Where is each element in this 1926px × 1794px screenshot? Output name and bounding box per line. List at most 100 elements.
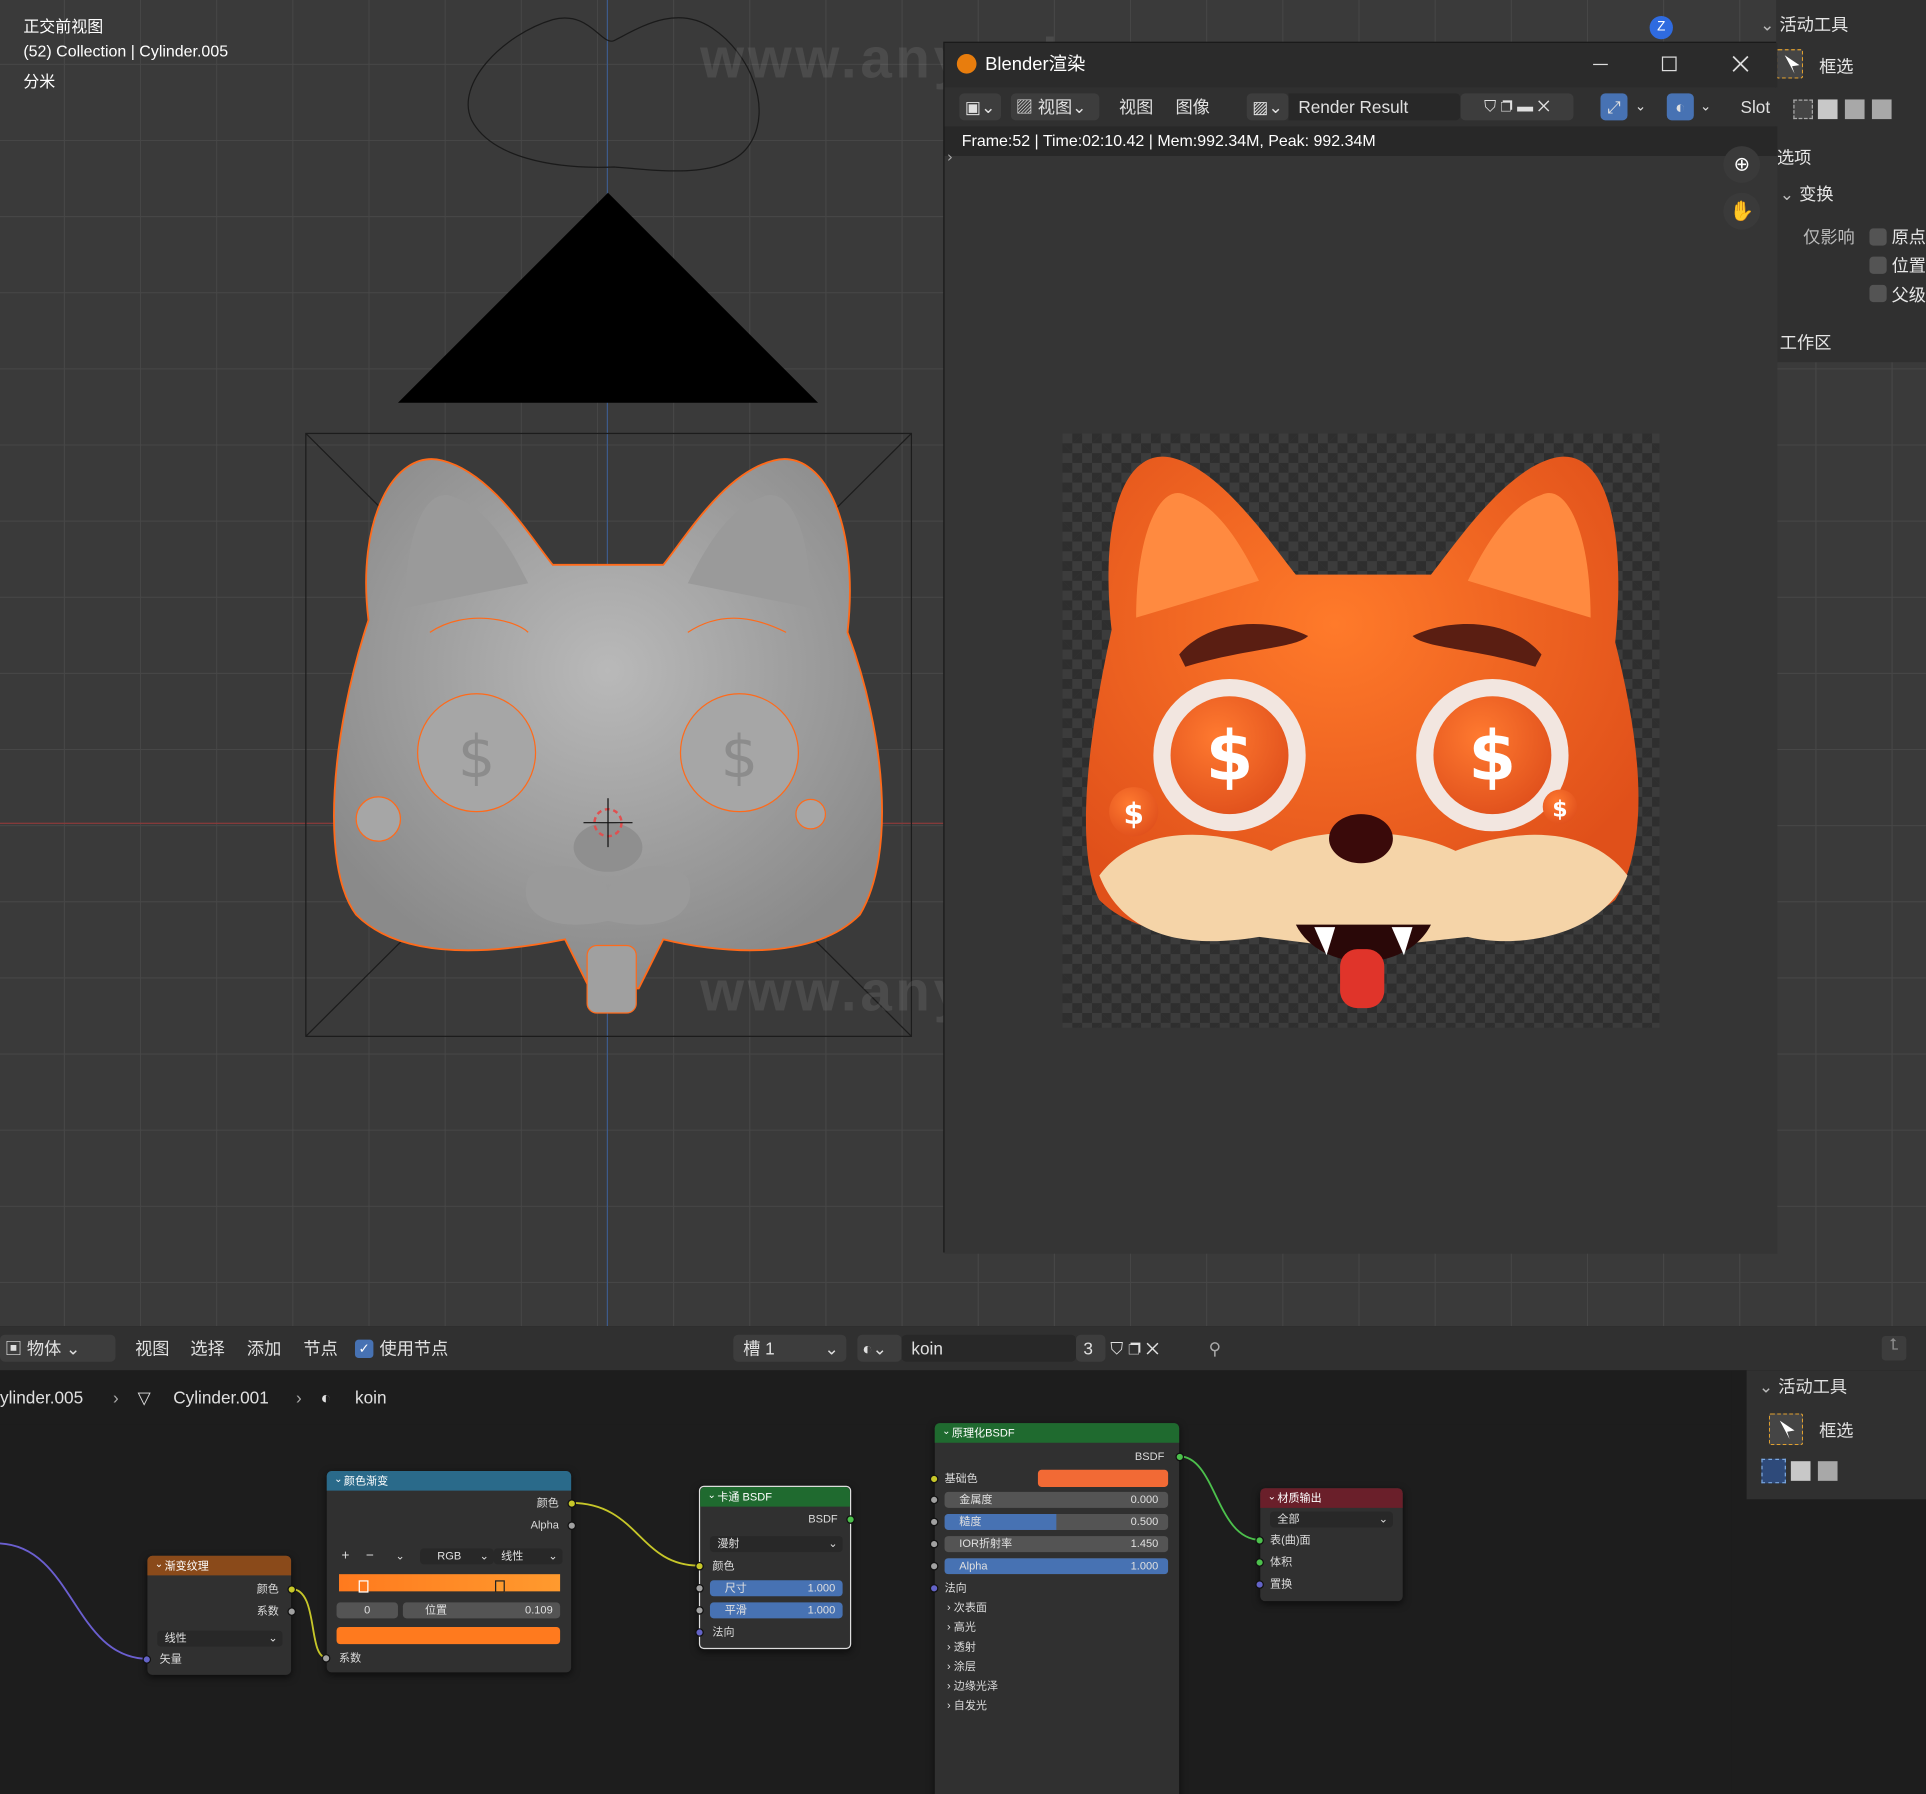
duplicate-icon[interactable]: ❐ xyxy=(1501,97,1513,115)
mode-extend-icon[interactable] xyxy=(1790,1461,1811,1481)
in-base-color-socket[interactable] xyxy=(929,1474,939,1484)
render-region-icon[interactable]: ⤢ xyxy=(1600,93,1628,121)
out-alpha-socket[interactable] xyxy=(567,1521,577,1530)
pan-hand-icon[interactable]: ✋ xyxy=(1723,192,1761,230)
minimize-icon[interactable] xyxy=(1593,63,1608,66)
menu-image[interactable]: 图像 xyxy=(1175,93,1209,120)
color-ramp-gradient[interactable] xyxy=(339,1574,561,1592)
material-output-node[interactable]: 材质输出 ⌄ 全部 ⌄ 表(曲)面 体积 置换 xyxy=(1255,1488,1403,1602)
stop-position-field[interactable]: 位置 0.109 xyxy=(402,1602,561,1619)
use-nodes-checkbox[interactable]: ✓ xyxy=(354,1339,374,1359)
open-folder-icon[interactable]: ▬ xyxy=(1517,97,1533,115)
breadcrumb-object[interactable]: ylinder.005 xyxy=(0,1384,83,1411)
base-color-swatch[interactable] xyxy=(1037,1469,1169,1487)
active-tool-header[interactable]: ⌄ 活动工具 xyxy=(1759,1373,1847,1400)
close-icon[interactable] xyxy=(1732,55,1749,72)
menu-add[interactable]: 添加 xyxy=(247,1335,281,1362)
panel-transmission[interactable]: › 透射 xyxy=(947,1639,976,1654)
remove-stop-button[interactable]: − xyxy=(366,1548,374,1563)
in-smooth-socket[interactable] xyxy=(695,1606,704,1615)
breadcrumb-material[interactable]: koin xyxy=(355,1384,387,1411)
node-header[interactable]: 材质输出 xyxy=(1260,1488,1403,1508)
principled-bsdf-node[interactable]: 原理化BSDF ⌄ BSDF 基础色 金属度 0.000 糙度 0.500 IOR折… xyxy=(929,1423,1185,1794)
menu-view[interactable]: 视图 xyxy=(1119,93,1153,120)
zoom-icon[interactable]: ⊕ xyxy=(1723,146,1761,183)
object-mode-dropdown[interactable]: ▣ 物体 ⌄ xyxy=(0,1334,116,1362)
cat-mesh-model[interactable]: $ $ xyxy=(319,448,896,1025)
mode-invert-icon[interactable] xyxy=(1871,99,1892,120)
display-channels-icon[interactable]: ◐ xyxy=(1666,93,1694,121)
chevron-down-icon[interactable]: ⌄ xyxy=(1635,93,1646,120)
render-image-area[interactable]: › ⊕ ✋ $ $ $ $ xyxy=(944,146,1778,1254)
material-browse-icon[interactable]: ◐⌄ xyxy=(857,1334,902,1362)
stop-index-field[interactable]: 0 xyxy=(336,1602,398,1619)
size-field[interactable]: 尺寸 1.000 xyxy=(709,1580,843,1597)
alpha-field[interactable]: Alpha 1.000 xyxy=(944,1558,1169,1575)
color-mode-dropdown[interactable]: RGB ⌄ xyxy=(420,1548,494,1565)
select-box-tool-icon[interactable] xyxy=(1776,49,1804,79)
editor-type-dropdown[interactable]: ▣⌄ xyxy=(959,93,1002,121)
smooth-field[interactable]: 平滑 1.000 xyxy=(709,1602,843,1619)
in-volume-socket[interactable] xyxy=(1255,1558,1264,1567)
color-ramp-node[interactable]: 颜色渐变 ⌄ 颜色 Alpha + − ⌄ RGB ⌄ 线性 ⌄ 0 位置 0.109… xyxy=(321,1471,577,1673)
menu-view[interactable]: 视图 xyxy=(135,1335,169,1362)
in-alpha-socket[interactable] xyxy=(929,1561,939,1571)
maximize-icon[interactable] xyxy=(1661,56,1677,72)
in-size-socket[interactable] xyxy=(695,1583,704,1593)
panel-sheen[interactable]: › 边缘光泽 xyxy=(947,1679,998,1694)
slot-dropdown[interactable]: 槽 1 ⌄ xyxy=(733,1334,847,1362)
image-name-field[interactable]: Render Result xyxy=(1288,93,1461,121)
channels-chevron-icon[interactable]: ⌄ xyxy=(1700,93,1711,120)
unlink-icon[interactable]: ✕ xyxy=(1538,97,1550,115)
location-checkbox[interactable] xyxy=(1869,256,1887,274)
out-color-socket[interactable] xyxy=(287,1585,297,1594)
menu-select[interactable]: 选择 xyxy=(190,1335,224,1362)
render-window-titlebar[interactable]: Blender渲染 xyxy=(944,42,1778,88)
in-vector-socket[interactable] xyxy=(142,1655,152,1664)
in-color-socket[interactable] xyxy=(695,1561,704,1571)
view-mode-dropdown[interactable]: ▨ 视图⌄ xyxy=(1010,93,1100,121)
out-bsdf-socket[interactable] xyxy=(1175,1452,1185,1462)
in-normal-socket[interactable] xyxy=(695,1628,704,1637)
fake-user-icon[interactable]: ⛉ xyxy=(1484,97,1496,115)
in-displacement-socket[interactable] xyxy=(1255,1580,1264,1589)
ior-field[interactable]: IOR折射率 1.450 xyxy=(944,1536,1169,1553)
toon-bsdf-node[interactable]: 卡通 BSDF ⌄ BSDF 漫射 ⌄ 颜色 尺寸 1.000 平滑 1.000 法向 xyxy=(695,1485,855,1650)
parent-node-tree-icon[interactable]: ⮤ xyxy=(1881,1335,1907,1361)
in-surface-socket[interactable] xyxy=(1255,1536,1264,1545)
breadcrumb-mesh[interactable]: Cylinder.001 xyxy=(173,1384,269,1411)
transform-header[interactable]: ⌄ 变换 xyxy=(1780,182,1834,207)
collapse-icon[interactable]: ⌄ xyxy=(942,1424,950,1439)
node-header[interactable]: 渐变纹理 xyxy=(147,1555,292,1576)
color-stop-0[interactable] xyxy=(358,1580,369,1593)
fake-user-icon[interactable]: ⛉ xyxy=(1110,1338,1123,1358)
panel-emission[interactable]: › 自发光 xyxy=(947,1698,987,1713)
target-dropdown[interactable]: 全部 ⌄ xyxy=(1270,1511,1393,1528)
roughness-field[interactable]: 糙度 0.500 xyxy=(944,1514,1169,1530)
collapse-icon[interactable]: ⌄ xyxy=(1268,1489,1276,1504)
image-browse-icon[interactable]: ▨⌄ xyxy=(1246,93,1289,121)
mode-subtract-icon[interactable] xyxy=(1844,99,1865,120)
panel-specular[interactable]: › 高光 xyxy=(947,1620,976,1635)
stop-color-swatch[interactable] xyxy=(336,1626,561,1645)
z-axis-gizmo[interactable]: Z xyxy=(1649,15,1673,40)
pin-icon[interactable]: ⚲ xyxy=(1209,1335,1222,1362)
node-header[interactable]: 颜色渐变 xyxy=(326,1471,572,1491)
origin-checkbox[interactable] xyxy=(1869,228,1887,246)
collapse-icon[interactable]: ⌄ xyxy=(155,1557,163,1572)
panel-coat[interactable]: › 涂层 xyxy=(947,1659,976,1674)
material-user-count[interactable]: 3 xyxy=(1075,1334,1106,1362)
in-ior-socket[interactable] xyxy=(929,1539,939,1549)
color-stop-1[interactable] xyxy=(495,1580,505,1593)
panel-subsurface[interactable]: › 次表面 xyxy=(947,1600,987,1615)
component-dropdown[interactable]: 漫射 ⌄ xyxy=(709,1536,843,1553)
add-stop-button[interactable]: + xyxy=(341,1548,349,1563)
gradient-texture-node[interactable]: 渐变纹理 ⌄ 颜色 系数 线性 ⌄ 矢量 xyxy=(142,1555,297,1675)
ramp-menu-icon[interactable]: ⌄ xyxy=(396,1548,405,1563)
out-factor-socket[interactable] xyxy=(287,1607,297,1616)
mode-subtract-icon[interactable] xyxy=(1817,1461,1838,1481)
select-box-tool-icon[interactable] xyxy=(1768,1413,1804,1446)
node-header[interactable]: 原理化BSDF xyxy=(934,1423,1180,1443)
out-color-socket[interactable] xyxy=(567,1499,577,1508)
slot-label[interactable]: Slot xyxy=(1741,93,1771,120)
